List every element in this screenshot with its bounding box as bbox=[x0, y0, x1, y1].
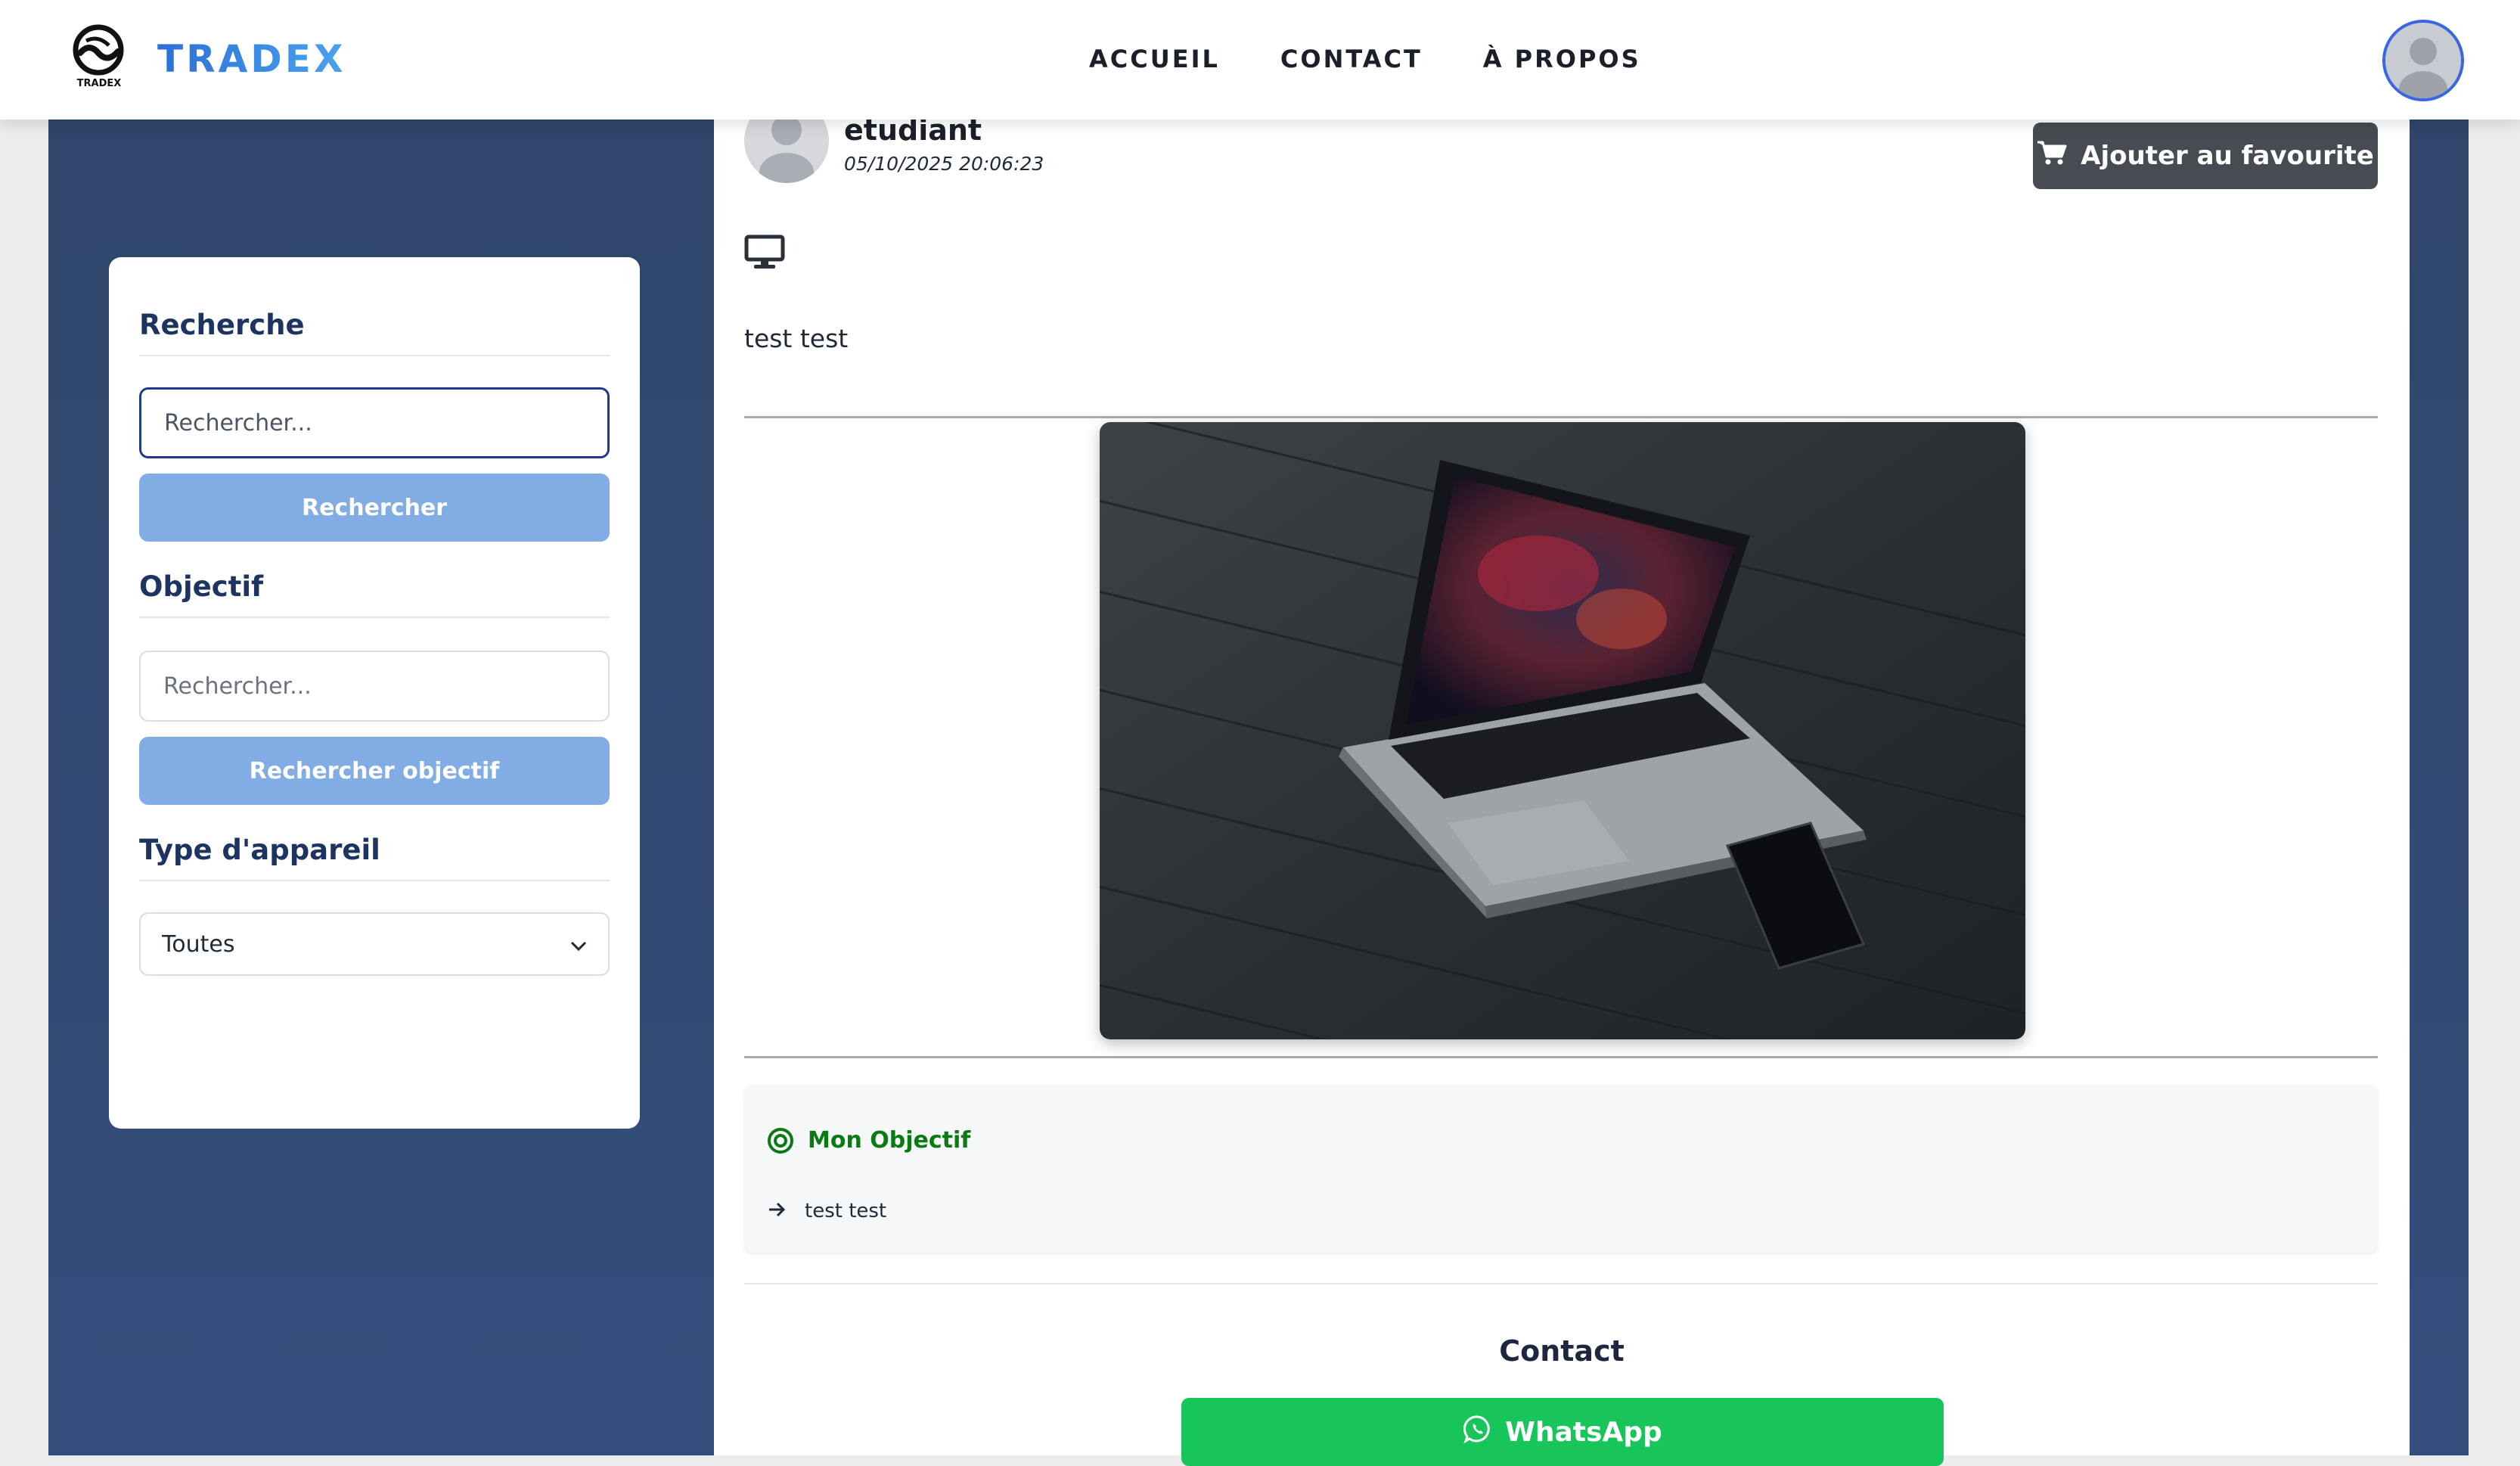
nav-item-a-propos[interactable]: À PROPOS bbox=[1483, 42, 1641, 76]
nav-item-contact[interactable]: CONTACT bbox=[1280, 42, 1423, 76]
brand-name[interactable]: TRADEX bbox=[157, 36, 346, 82]
main-nav: ACCUEIL CONTACT À PROPOS bbox=[1089, 42, 1641, 76]
search-section-title: Recherche bbox=[139, 309, 610, 356]
search-input-placeholder: Rechercher... bbox=[164, 409, 312, 436]
desktop-icon bbox=[744, 234, 785, 271]
post-description: test test bbox=[744, 324, 849, 353]
nav-item-accueil[interactable]: ACCUEIL bbox=[1089, 42, 1220, 76]
objective-title: Mon Objectif bbox=[808, 1127, 971, 1154]
tradex-logo-icon[interactable]: TRADEX bbox=[70, 23, 129, 89]
search-button[interactable]: Rechercher bbox=[139, 474, 610, 542]
post-detail-panel: etudiant 05/10/2025 20:06:23 Ajouter au … bbox=[714, 0, 2410, 1466]
divider bbox=[744, 416, 2378, 418]
cart-icon bbox=[2037, 140, 2067, 172]
add-to-favourite-button[interactable]: Ajouter au favourite bbox=[2033, 123, 2378, 189]
contact-title: Contact bbox=[1499, 1334, 1625, 1368]
filter-sidebar: Recherche Rechercher... Rechercher Objec… bbox=[109, 257, 640, 1129]
objective-input-placeholder: Rechercher... bbox=[163, 672, 312, 700]
objective-card: Mon Objectif test test bbox=[744, 1085, 2378, 1253]
search-input[interactable]: Rechercher... bbox=[139, 387, 610, 458]
user-avatar-icon[interactable] bbox=[2382, 20, 2464, 101]
whatsapp-label: WhatsApp bbox=[1505, 1416, 1662, 1448]
divider bbox=[744, 1056, 2378, 1058]
chevron-down-icon bbox=[570, 931, 587, 958]
add-to-favourite-label: Ajouter au favourite bbox=[2081, 141, 2374, 171]
logo-caption: TRADEX bbox=[77, 78, 122, 89]
device-type-section-title: Type d'appareil bbox=[139, 834, 610, 881]
post-image[interactable] bbox=[1100, 422, 2025, 1039]
objective-section-title: Objectif bbox=[139, 570, 610, 618]
divider bbox=[744, 1283, 2378, 1284]
objective-search-button[interactable]: Rechercher objectif bbox=[139, 737, 610, 805]
objective-search-input[interactable]: Rechercher... bbox=[139, 651, 610, 722]
arrow-right-icon bbox=[767, 1200, 787, 1219]
whatsapp-button[interactable]: WhatsApp bbox=[1181, 1398, 1944, 1466]
post-date: 05/10/2025 20:06:23 bbox=[844, 153, 1044, 175]
device-type-select[interactable]: Toutes bbox=[139, 912, 610, 976]
device-type-selected: Toutes bbox=[162, 930, 235, 958]
whatsapp-icon bbox=[1463, 1414, 1493, 1451]
objective-item: test test bbox=[805, 1200, 887, 1222]
top-navbar: TRADEX TRADEX ACCUEIL CONTACT À PROPOS bbox=[0, 0, 2520, 120]
target-icon bbox=[767, 1127, 794, 1154]
